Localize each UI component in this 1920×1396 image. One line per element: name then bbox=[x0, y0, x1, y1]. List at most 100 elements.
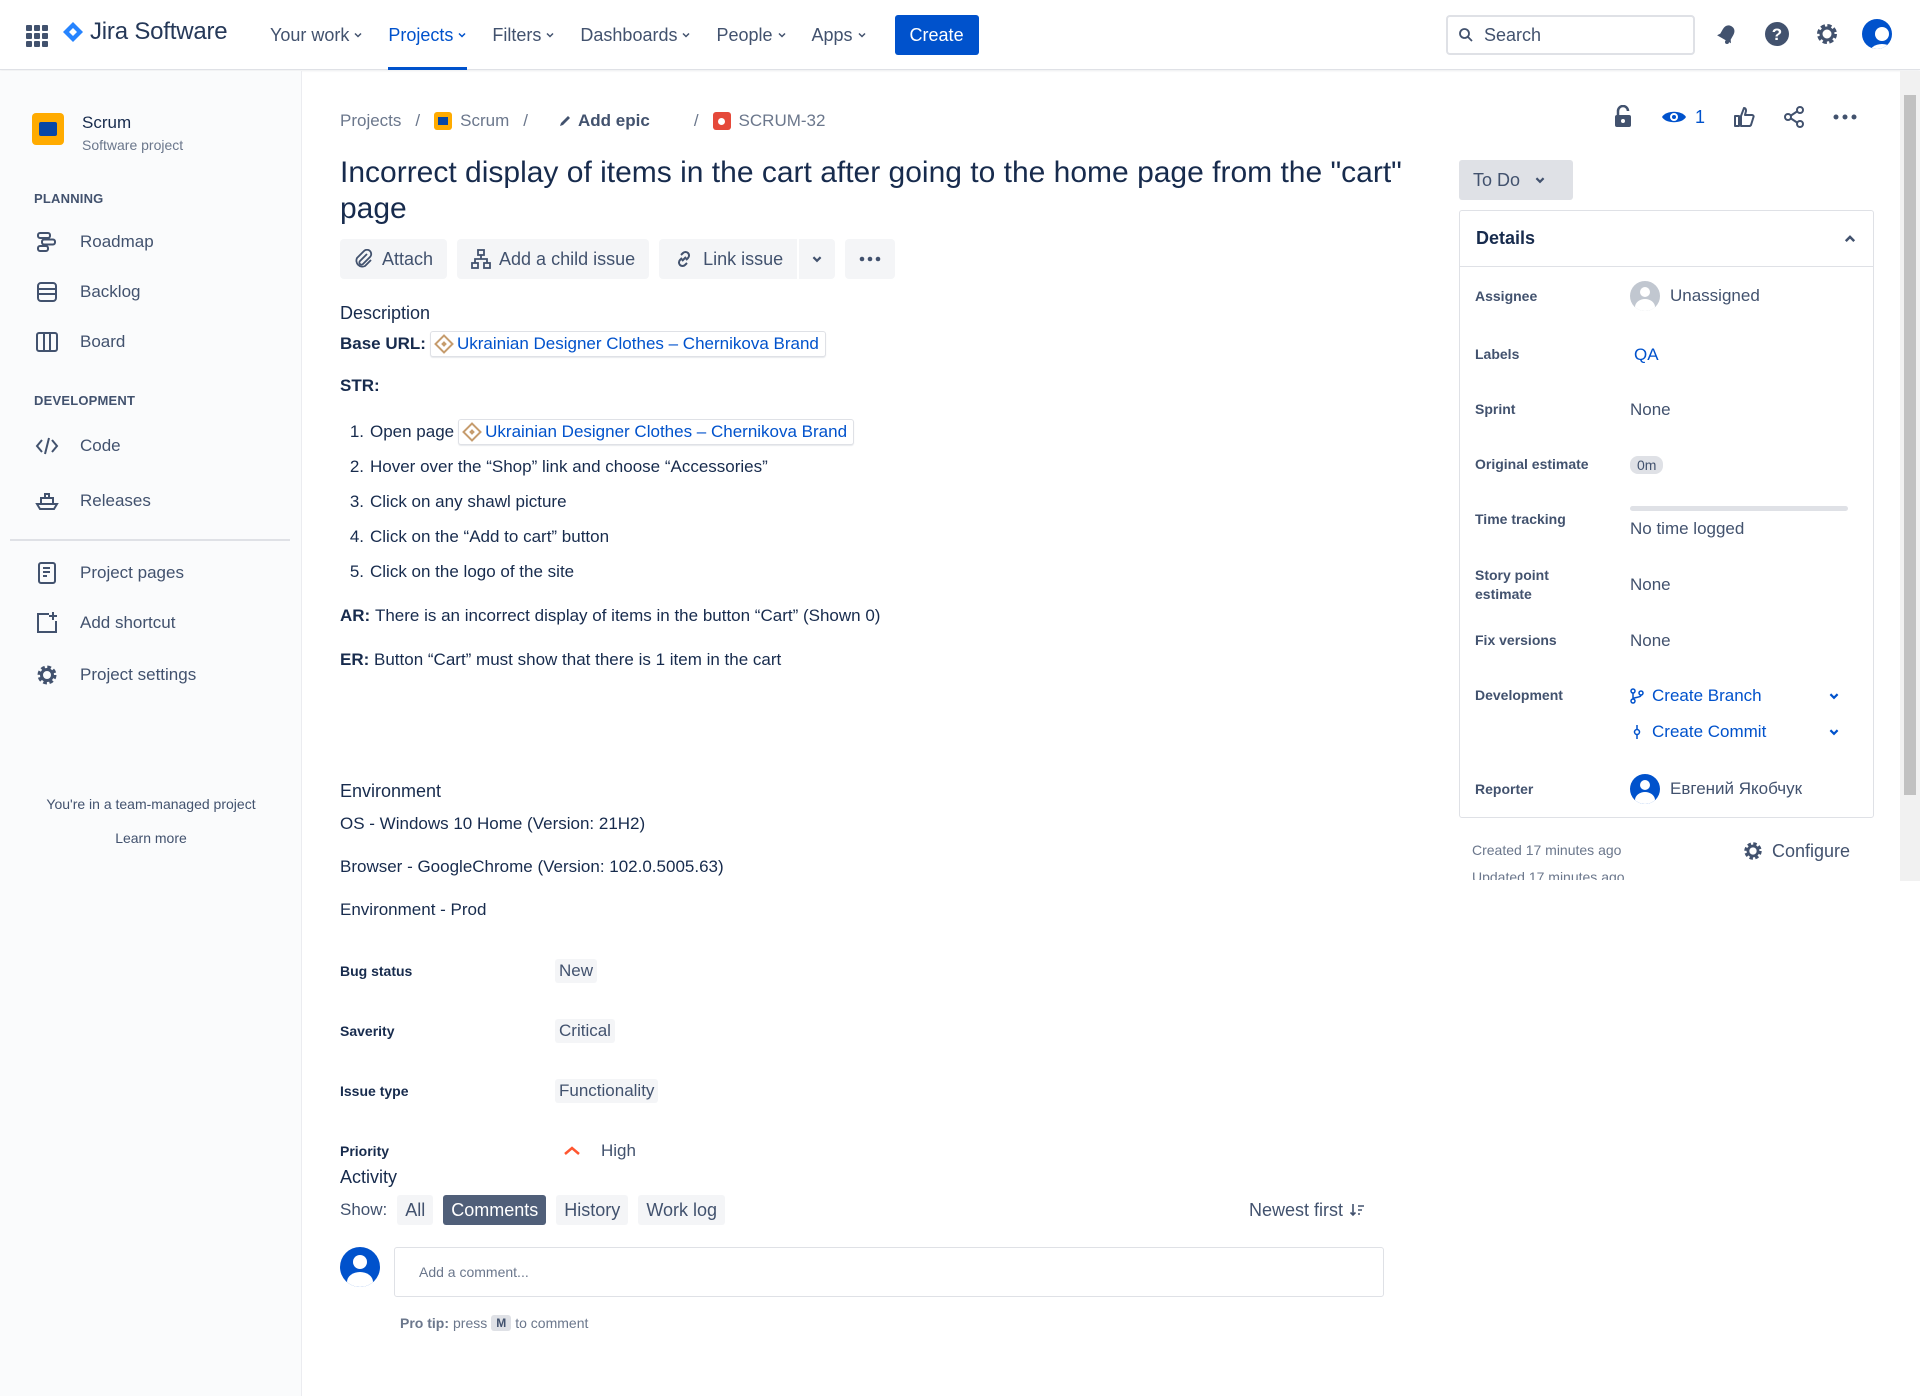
ar-label: AR: bbox=[340, 606, 371, 625]
nav-label: Projects bbox=[388, 24, 454, 45]
project-header[interactable]: Scrum Software project bbox=[32, 113, 183, 153]
settings-icon[interactable] bbox=[1812, 19, 1842, 49]
field-label: Saverity bbox=[340, 1023, 395, 1039]
sidebar-item-code[interactable]: Code bbox=[32, 431, 121, 461]
time-tracking-value[interactable]: No time logged bbox=[1630, 506, 1848, 539]
chevron-down-icon bbox=[778, 32, 786, 38]
nav-label: Dashboards bbox=[580, 24, 678, 45]
board-icon bbox=[32, 327, 62, 357]
lock-icon[interactable] bbox=[1613, 105, 1633, 129]
sidebar-item-label: Project settings bbox=[80, 665, 197, 684]
nav-dashboards[interactable]: Dashboards bbox=[580, 0, 691, 70]
tab-all[interactable]: All bbox=[397, 1195, 434, 1225]
reporter-avatar bbox=[1630, 774, 1660, 804]
field-value[interactable]: Functionality bbox=[555, 1079, 659, 1103]
details-header[interactable]: Details bbox=[1460, 211, 1873, 267]
project-sidebar: Scrum Software project PLANNING Roadmap … bbox=[0, 71, 302, 1396]
issue-title[interactable]: Incorrect display of items in the cart a… bbox=[340, 155, 1410, 227]
learn-more-link[interactable]: Learn more bbox=[0, 830, 302, 846]
pro-tip: Pro tip: press M to comment bbox=[400, 1315, 588, 1331]
priority-value[interactable]: High bbox=[555, 1139, 640, 1163]
step-number: 5. bbox=[349, 562, 364, 581]
sidebar-item-project-settings[interactable]: Project settings bbox=[32, 660, 196, 690]
watch-button[interactable]: 1 bbox=[1661, 107, 1705, 128]
dev-label: Development bbox=[1475, 687, 1563, 703]
environment-line: OS - Windows 10 Home (Version: 21H2) bbox=[340, 814, 646, 833]
notifications-icon[interactable] bbox=[1712, 19, 1742, 49]
label-qa[interactable]: QA bbox=[1630, 345, 1659, 365]
sidebar-item-board[interactable]: Board bbox=[32, 327, 125, 357]
create-branch-button[interactable]: Create Branch bbox=[1630, 686, 1840, 706]
sidebar-item-add-shortcut[interactable]: Add shortcut bbox=[32, 608, 175, 638]
nav-your-work[interactable]: Your work bbox=[270, 0, 363, 70]
add-child-issue-button[interactable]: Add a child issue bbox=[457, 239, 650, 279]
jira-logo[interactable]: Jira Software bbox=[62, 18, 228, 46]
add-epic-button[interactable]: Add epic bbox=[558, 111, 650, 131]
create-commit-button[interactable]: Create Commit bbox=[1630, 722, 1840, 742]
sidebar-item-label: Add shortcut bbox=[80, 613, 176, 632]
tab-comments[interactable]: Comments bbox=[443, 1195, 547, 1225]
profile-icon[interactable] bbox=[1862, 19, 1892, 49]
share-icon[interactable] bbox=[1783, 106, 1805, 128]
status-label: To Do bbox=[1473, 169, 1521, 190]
apps-grid-icon[interactable] bbox=[26, 25, 48, 47]
attach-button[interactable]: Attach bbox=[340, 239, 448, 279]
assignee-value[interactable]: Unassigned bbox=[1630, 281, 1760, 311]
sort-icon bbox=[1349, 1204, 1364, 1217]
tab-history[interactable]: History bbox=[556, 1195, 629, 1225]
estimate-value[interactable]: 0m bbox=[1630, 455, 1664, 474]
breadcrumb-separator: / bbox=[415, 111, 421, 130]
scroll-thumb[interactable] bbox=[1904, 95, 1916, 795]
issue-key[interactable]: SCRUM-32 bbox=[739, 111, 826, 131]
field-value[interactable]: New bbox=[555, 959, 598, 983]
more-toolbar-button[interactable] bbox=[845, 239, 896, 279]
configure-button[interactable]: Configure bbox=[1742, 840, 1850, 862]
site-smart-link[interactable]: Ukrainian Designer Clothes – Chernikova … bbox=[429, 331, 826, 357]
help-icon[interactable]: ? bbox=[1762, 19, 1792, 49]
hierarchy-icon bbox=[471, 249, 491, 269]
step-number: 2. bbox=[349, 457, 364, 476]
more-actions-icon[interactable] bbox=[1833, 114, 1857, 120]
sidebar-item-project-pages[interactable]: Project pages bbox=[32, 558, 184, 588]
nav-projects[interactable]: Projects bbox=[388, 0, 468, 70]
dev-actions: Create Branch Create Commit bbox=[1630, 686, 1840, 742]
create-button[interactable]: Create bbox=[894, 15, 979, 55]
nav-apps[interactable]: Apps bbox=[812, 0, 867, 70]
site-smart-link[interactable]: Ukrainian Designer Clothes – Chernikova … bbox=[458, 419, 855, 445]
reporter-value[interactable]: Евгений Якобчук bbox=[1630, 774, 1802, 804]
sidebar-item-backlog[interactable]: Backlog bbox=[32, 277, 140, 307]
story-value[interactable]: None bbox=[1630, 566, 1671, 604]
tab-work-log[interactable]: Work log bbox=[638, 1195, 726, 1225]
field-value[interactable]: Critical bbox=[555, 1019, 615, 1043]
comment-input[interactable]: Add a comment... bbox=[394, 1247, 1384, 1297]
ar-text: There is an incorrect display of items i… bbox=[374, 606, 881, 625]
gear-icon bbox=[32, 660, 62, 690]
fix-value[interactable]: None bbox=[1630, 631, 1671, 651]
nav-filters[interactable]: Filters bbox=[492, 0, 555, 70]
link-issue-button[interactable]: Link issue bbox=[659, 239, 798, 279]
watcher-count: 1 bbox=[1695, 106, 1706, 127]
breadcrumb-project[interactable]: Scrum bbox=[460, 111, 509, 131]
environment-line: Browser - GoogleChrome (Version: 102.0.5… bbox=[340, 857, 724, 876]
description-label: Description bbox=[340, 303, 431, 323]
details-panel: Details Assignee Unassigned Labels QA Sp… bbox=[1459, 210, 1874, 818]
status-dropdown[interactable]: To Do bbox=[1459, 160, 1573, 200]
ship-icon bbox=[32, 486, 62, 516]
chevron-down-icon bbox=[458, 32, 466, 38]
sidebar-divider bbox=[10, 539, 290, 541]
sidebar-item-roadmap[interactable]: Roadmap bbox=[32, 227, 154, 257]
thumbs-up-icon[interactable] bbox=[1733, 106, 1755, 128]
link-issue-dropdown[interactable] bbox=[799, 239, 836, 279]
sprint-value[interactable]: None bbox=[1630, 400, 1671, 420]
sidebar-item-label: Code bbox=[80, 436, 121, 455]
nav-people[interactable]: People bbox=[716, 0, 786, 70]
breadcrumb-projects[interactable]: Projects bbox=[340, 111, 401, 131]
project-avatar bbox=[32, 113, 64, 145]
field-value: High bbox=[601, 1141, 636, 1160]
er-label: ER: bbox=[340, 650, 370, 669]
scrollbar[interactable] bbox=[1900, 71, 1920, 881]
add-shortcut-icon bbox=[32, 608, 62, 638]
sidebar-item-releases[interactable]: Releases bbox=[32, 486, 151, 516]
sort-button[interactable]: Newest first bbox=[1249, 1195, 1365, 1225]
search-input[interactable]: Search bbox=[1446, 15, 1695, 55]
